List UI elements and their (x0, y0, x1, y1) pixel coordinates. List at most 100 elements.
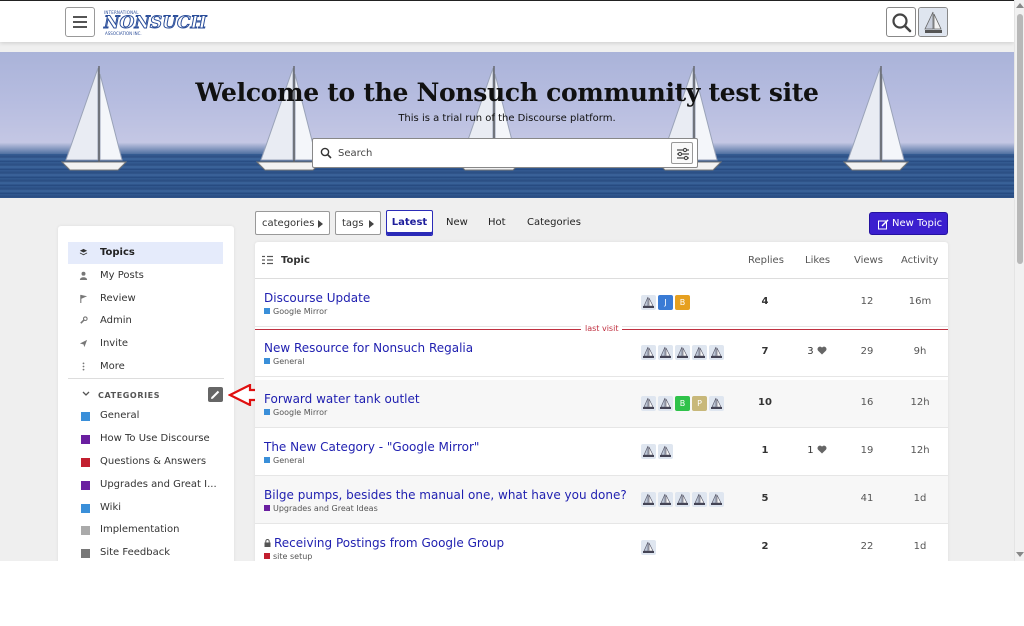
tab-hot[interactable]: Hot (488, 217, 506, 228)
poster-avatar[interactable] (709, 492, 724, 507)
topic-category-badge[interactable]: General (264, 357, 305, 366)
topic-category-label: General (273, 357, 305, 366)
poster-avatar[interactable] (692, 345, 707, 360)
poster-avatar[interactable] (709, 345, 724, 360)
sidebar-category-upgrades[interactable]: Upgrades and Great I... (68, 474, 228, 496)
topic-title-link[interactable]: Discourse Update (264, 291, 370, 305)
sidebar-category-questions-answers[interactable]: Questions & Answers (68, 451, 228, 473)
header-replies[interactable]: Replies (748, 255, 784, 266)
scrollbar-thumb[interactable] (1017, 14, 1023, 264)
topic-title-link[interactable]: Bilge pumps, besides the manual one, wha… (264, 488, 627, 502)
user-icon (79, 271, 88, 280)
tab-categories[interactable]: Categories (527, 217, 581, 228)
poster-avatar[interactable]: P (692, 396, 707, 411)
sidebar-category-how-to-use-discourse[interactable]: How To Use Discourse (68, 428, 228, 450)
poster-avatar[interactable] (675, 345, 690, 360)
topic-activity-time[interactable]: 1d (895, 493, 945, 504)
header-topic[interactable]: Topic (281, 255, 310, 266)
sidebar-category-wiki[interactable]: Wiki (68, 497, 228, 519)
sidebar-category-site-feedback[interactable]: Site Feedback (68, 542, 228, 561)
table-row[interactable]: Discourse Update Google Mirror J B 4 12 16m (255, 279, 948, 327)
poster-avatar[interactable] (709, 396, 724, 411)
new-topic-button[interactable]: New Topic (869, 212, 948, 235)
edit-categories-button[interactable] (208, 387, 223, 402)
topic-activity-time[interactable]: 12h (895, 397, 945, 408)
topic-views-count[interactable]: 22 (843, 541, 891, 552)
topic-activity-time[interactable]: 9h (895, 346, 945, 357)
categories-header-label: CATEGORIES (98, 391, 161, 400)
banner-search-input[interactable]: Search (312, 138, 698, 168)
poster-avatar[interactable] (641, 295, 656, 310)
poster-avatar[interactable] (692, 492, 707, 507)
tab-latest[interactable]: Latest (386, 210, 433, 236)
header-search-button[interactable] (886, 7, 916, 37)
topic-category-label: Google Mirror (273, 408, 328, 417)
poster-avatar[interactable] (658, 345, 673, 360)
banner-subtitle: This is a trial run of the Discourse pla… (398, 113, 616, 124)
table-row[interactable]: The New Category - "Google Mirror" Genera… (255, 428, 948, 476)
sidebar-item-label: Admin (100, 315, 132, 326)
sidebar-category-implementation[interactable]: Implementation (68, 519, 228, 541)
poster-avatar[interactable] (658, 396, 673, 411)
vertical-scrollbar[interactable] (1014, 0, 1024, 561)
poster-avatar[interactable] (658, 492, 673, 507)
topic-title-link[interactable]: Forward water tank outlet (264, 392, 420, 406)
table-row[interactable]: New Resource for Nonsuch Regalia General 7… (255, 329, 948, 377)
topic-views-count[interactable]: 16 (843, 397, 891, 408)
categories-dropdown[interactable]: categories (255, 211, 330, 235)
tab-new[interactable]: New (446, 217, 468, 228)
topic-views-count[interactable]: 19 (843, 445, 891, 456)
scroll-up-arrow[interactable] (1016, 3, 1024, 8)
logo-name-text: NONSUCH (104, 13, 208, 34)
topic-category-badge[interactable]: Upgrades and Great Ideas (264, 504, 378, 513)
sidebar-item-topics[interactable]: Topics (68, 242, 223, 264)
table-row[interactable]: Bilge pumps, besides the manual one, wha… (255, 476, 948, 524)
categories-section-toggle[interactable]: CATEGORIES (68, 387, 228, 405)
sidebar-item-invite[interactable]: Invite (68, 333, 223, 355)
user-avatar-button[interactable] (918, 7, 948, 37)
poster-avatar[interactable]: J (658, 295, 673, 310)
poster-avatar[interactable] (641, 540, 656, 555)
sidebar-item-more[interactable]: More (68, 356, 223, 378)
poster-avatar[interactable]: B (675, 396, 690, 411)
topic-title-link[interactable]: Receiving Postings from Google Group (264, 536, 504, 550)
poster-avatar[interactable] (641, 396, 656, 411)
sidebar-item-my-posts[interactable]: My Posts (68, 265, 223, 287)
topic-category-badge[interactable]: Google Mirror (264, 307, 327, 316)
table-row[interactable]: Receiving Postings from Google Group site… (255, 524, 948, 561)
hamburger-menu-button[interactable] (65, 7, 95, 37)
poster-avatar[interactable] (641, 345, 656, 360)
poster-avatar[interactable] (675, 492, 690, 507)
poster-avatar[interactable]: B (675, 295, 690, 310)
topic-activity-time[interactable]: 16m (895, 296, 945, 307)
category-color-badge (81, 435, 90, 444)
bulk-select-icon[interactable] (262, 255, 273, 265)
topic-category-badge[interactable]: site setup (264, 552, 312, 561)
header-activity[interactable]: Activity (901, 255, 938, 266)
header-views[interactable]: Views (854, 255, 883, 266)
sidebar-item-review[interactable]: Review (68, 288, 223, 310)
topic-title-link[interactable]: New Resource for Nonsuch Regalia (264, 341, 473, 355)
topic-title-link[interactable]: The New Category - "Google Mirror" (264, 440, 479, 454)
table-row[interactable]: Forward water tank outlet Google Mirror B P… (255, 380, 948, 428)
sidebar-item-admin[interactable]: Admin (68, 310, 223, 332)
topic-views-count[interactable]: 41 (843, 493, 891, 504)
search-icon (320, 147, 332, 159)
sidebar-divider (68, 378, 224, 379)
scroll-down-arrow[interactable] (1016, 552, 1024, 557)
topic-views-count[interactable]: 12 (843, 296, 891, 307)
poster-avatar[interactable] (658, 444, 673, 459)
poster-avatar[interactable] (641, 492, 656, 507)
advanced-search-button[interactable] (671, 142, 693, 164)
poster-avatar[interactable] (641, 444, 656, 459)
topic-activity-time[interactable]: 12h (895, 445, 945, 456)
tags-dropdown[interactable]: tags (335, 211, 381, 235)
sidebar-category-general[interactable]: General (68, 405, 228, 427)
site-logo[interactable]: INTERNATIONAL NONSUCH ASSOCIATION INC. (104, 10, 208, 36)
topic-category-badge[interactable]: General (264, 456, 305, 465)
header-likes[interactable]: Likes (805, 255, 830, 266)
pencil-icon (211, 390, 220, 399)
topic-activity-time[interactable]: 1d (895, 541, 945, 552)
topic-category-badge[interactable]: Google Mirror (264, 408, 327, 417)
topic-views-count[interactable]: 29 (843, 346, 891, 357)
